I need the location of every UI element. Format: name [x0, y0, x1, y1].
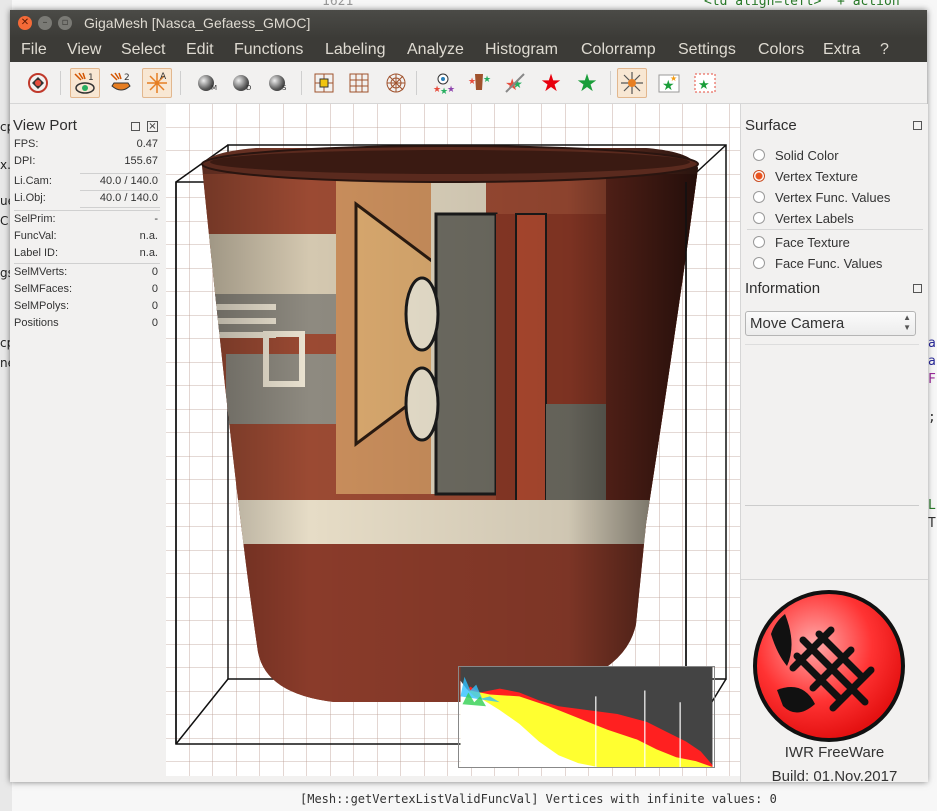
menu-labeling[interactable]: Labeling	[325, 41, 386, 59]
fps-row: FPS: 0.47	[14, 138, 158, 150]
radio-indicator[interactable]	[753, 257, 765, 269]
bg-fragment: C	[0, 214, 9, 228]
material-d-icon[interactable]: D	[226, 68, 256, 98]
information-text-area	[745, 344, 919, 506]
maximize-window-button[interactable]: ▫	[58, 16, 72, 30]
radio-face-func-values[interactable]: Face Func. Values	[753, 254, 882, 272]
radio-indicator[interactable]	[753, 149, 765, 161]
light-camera-icon[interactable]: 1	[70, 68, 100, 98]
radio-indicator[interactable]	[753, 212, 765, 224]
close-panel-icon[interactable]: ×	[147, 121, 158, 132]
information-panel-title: Information	[745, 280, 821, 297]
menu-select[interactable]: Select	[121, 41, 165, 59]
positions-row: Positions 0	[14, 317, 158, 329]
svg-text:1: 1	[88, 73, 94, 83]
mode-combo[interactable]: Move Camera ▲ ▼	[745, 311, 916, 336]
viewport-info-panel: View Port × FPS: 0.47 DPI: 155.67 Li.Cam: 4…	[10, 104, 166, 782]
radio-vertex-func-values[interactable]: Vertex Func. Values	[753, 188, 890, 206]
radio-indicator[interactable]	[753, 236, 765, 248]
radio-face-texture[interactable]: Face Texture	[753, 233, 850, 251]
toolbar: 1 2 A M D S ★ ★ ★ ★ ★ ★ ★ ★ ★ ★ ★	[10, 63, 927, 104]
grid-icon[interactable]	[344, 68, 374, 98]
radio-indicator[interactable]	[753, 170, 765, 182]
svg-text:A: A	[160, 72, 167, 82]
iwr-logo	[753, 590, 905, 742]
logo-freeware-label: IWR FreeWare	[784, 744, 885, 761]
dpi-row: DPI: 155.67	[14, 155, 158, 167]
reset-view-icon[interactable]	[23, 68, 53, 98]
gigamesh-window: ✕ – ▫ GigaMesh [Nasca_Gefaess_GMOC] File…	[10, 10, 928, 785]
green-star-icon[interactable]: ★	[572, 68, 602, 98]
3d-viewport[interactable]	[166, 104, 740, 776]
selmfaces-row: SelMFaces: 0	[14, 283, 158, 295]
funcval-row: FuncVal: n.a.	[14, 230, 158, 242]
menu-histogram[interactable]: Histogram	[485, 41, 558, 59]
bg-right-fragment: a	[928, 336, 936, 351]
material-m-icon[interactable]: M	[191, 68, 221, 98]
selmpolys-row: SelMPolys: 0	[14, 300, 158, 312]
menu-extra[interactable]: Extra	[823, 41, 860, 59]
svg-text:2: 2	[124, 73, 130, 83]
material-s-icon[interactable]: S	[262, 68, 292, 98]
radio-indicator[interactable]	[753, 191, 765, 203]
combo-value: Move Camera	[750, 315, 845, 332]
svg-text:★: ★	[447, 85, 455, 95]
menu-file[interactable]: File	[21, 41, 47, 59]
bg-code-top: <td align=left>" + action	[704, 0, 900, 9]
menu-colorramp[interactable]: Colorramp	[581, 41, 656, 59]
radio-vertex-labels[interactable]: Vertex Labels	[753, 209, 854, 227]
menu-help[interactable]: ?	[880, 41, 889, 59]
combo-arrows-icon: ▲ ▼	[903, 313, 911, 332]
title-bar: ✕ – ▫ GigaMesh [Nasca_Gefaess_GMOC]	[10, 10, 927, 38]
menu-functions[interactable]: Functions	[234, 41, 303, 59]
selmverts-row: SelMVerts: 0	[14, 266, 158, 278]
light-burst-icon[interactable]	[617, 68, 647, 98]
menu-settings[interactable]: Settings	[678, 41, 736, 59]
svg-text:★: ★	[483, 75, 491, 85]
svg-text:★: ★	[468, 77, 476, 87]
svg-text:★: ★	[698, 78, 710, 93]
logo-build-label: Build: 01.Nov.2017	[771, 768, 898, 785]
menu-colors[interactable]: Colors	[758, 41, 804, 59]
light-object-icon[interactable]: 2	[106, 68, 136, 98]
surface-panel: Surface Solid Color Vertex Texture Verte…	[740, 104, 928, 785]
window-title: GigaMesh [Nasca_Gefaess_GMOC]	[84, 15, 311, 31]
menu-analyze[interactable]: Analyze	[407, 41, 464, 59]
svg-text:★: ★	[670, 74, 677, 83]
crosshair-icon[interactable]	[309, 68, 339, 98]
selprim-row: SelPrim: -	[14, 213, 158, 225]
export-star-icon[interactable]: ★	[690, 68, 720, 98]
menu-bar: File View Select Edit Functions Labeling…	[10, 38, 927, 62]
radio-vertex-texture[interactable]: Vertex Texture	[753, 167, 858, 185]
viewport-panel-title: View Port	[13, 117, 77, 134]
menu-edit[interactable]: Edit	[186, 41, 214, 59]
bg-right-fragment: T	[928, 516, 936, 531]
bg-right-fragment: L	[928, 498, 936, 513]
bg-line-number: 1621	[322, 0, 354, 9]
show-stars-icon[interactable]: ★ ★ ★	[428, 68, 458, 98]
radio-solid-color[interactable]: Solid Color	[753, 146, 839, 164]
minimize-window-button[interactable]: –	[38, 16, 52, 30]
float-panel-icon[interactable]	[913, 284, 922, 293]
menu-view[interactable]: View	[67, 41, 101, 59]
bg-right-fragment: F	[928, 372, 936, 387]
float-panel-icon[interactable]	[913, 121, 922, 130]
labelid-row: Label ID: n.a.	[14, 247, 158, 259]
bg-log-line: [Mesh::getVertexListValidFuncVal] Vertic…	[300, 792, 777, 806]
red-star-icon[interactable]: ★	[536, 68, 566, 98]
bg-right-fragment: ;	[928, 410, 936, 425]
close-window-button[interactable]: ✕	[18, 16, 32, 30]
hide-stars-icon[interactable]: ★★	[500, 68, 530, 98]
float-panel-icon[interactable]	[131, 122, 140, 131]
polar-grid-icon[interactable]	[381, 68, 411, 98]
vase-stars-icon[interactable]: ★ ★	[464, 68, 494, 98]
screenshot-star-icon[interactable]: ★ ★	[654, 68, 684, 98]
surface-panel-title: Surface	[745, 117, 797, 134]
light-ambient-icon[interactable]: A	[142, 68, 172, 98]
bg-right-fragment: a	[928, 354, 936, 369]
color-histogram	[458, 666, 715, 768]
